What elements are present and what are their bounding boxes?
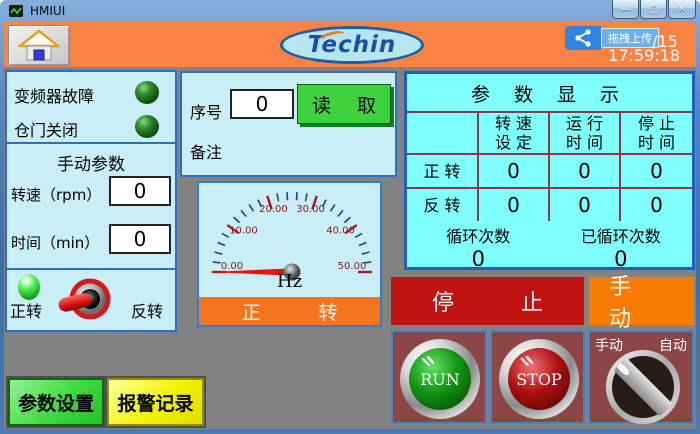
stop-button-panel: STOP (490, 330, 585, 424)
read-button[interactable]: 读 取 (297, 84, 391, 124)
cell-value: 0 (550, 189, 621, 221)
frequency-gauge-panel: 0.0010.0020.0030.0040.0050.00 Hz 正 转 (197, 181, 382, 327)
cycled-count-label: 已循环次数 (550, 223, 693, 247)
close-button[interactable]: ✕ (668, 0, 696, 19)
svg-text:10.00: 10.00 (229, 226, 258, 237)
settings-nav-button[interactable]: 参数设置 (8, 378, 104, 426)
table-title: 参 数 显 示 (407, 80, 692, 107)
app-icon (8, 4, 24, 18)
table-row-forward: 正 转 0 0 0 (407, 153, 692, 187)
speed-label: 转速（rpm） (11, 184, 101, 205)
record-panel: 序号 0 读 取 备注 (180, 71, 397, 177)
cell-value: 0 (621, 189, 692, 221)
row-label: 正 转 (407, 155, 479, 187)
cell-value: 0 (550, 155, 621, 187)
serial-label: 序号 (190, 99, 222, 123)
manual-mode-button[interactable]: 手 动 (589, 277, 694, 325)
forward-led (18, 274, 40, 300)
header-run-time: 运 行 时 间 (550, 113, 621, 153)
window: HMIUI — ▢ ✕ Techin (0, 0, 700, 434)
parameter-table: 转 速 设 定 运 行 时 间 停 止 时 间 正 转 0 0 (407, 111, 692, 221)
run-pushbutton[interactable]: RUN (400, 339, 480, 419)
titlebar: HMIUI — ▢ ✕ (0, 0, 700, 22)
forward-label: 正转 (10, 298, 42, 322)
time-label: 时间（min） (11, 232, 99, 253)
header-blank (407, 113, 479, 153)
direction-status-bar: 正 转 (199, 297, 380, 325)
status-manual-panel: 变频器故障 仓门关闭 手动参数 转速（rpm） 0 时间（min） 0 正转 (5, 70, 177, 332)
brand-logo: Techin (280, 26, 424, 64)
svg-text:20.00: 20.00 (259, 204, 288, 215)
manual-params-title: 手动参数 (7, 150, 175, 175)
cycle-count-value: 0 (407, 247, 550, 271)
svg-text:30.00: 30.00 (296, 204, 325, 215)
divider (7, 268, 175, 270)
svg-text:40.00: 40.00 (326, 226, 355, 237)
window-title: HMIUI (30, 4, 65, 18)
table-row-reverse: 反 转 0 0 0 (407, 187, 692, 221)
maximize-button[interactable]: ▢ (640, 0, 667, 19)
minimize-button[interactable]: — (612, 0, 639, 19)
home-button[interactable] (8, 25, 70, 66)
table-header-row: 转 速 设 定 运 行 时 间 停 止 时 间 (407, 111, 692, 153)
header-speed-setting: 转 速 设 定 (479, 113, 550, 153)
cell-value: 0 (479, 155, 550, 187)
header-bar: Techin 拖拽上传 /15 17:59:18 (4, 22, 696, 67)
note-label: 备注 (190, 139, 222, 163)
stop-action-button[interactable]: 停 止 (391, 277, 584, 325)
share-icon[interactable] (565, 26, 601, 50)
drag-upload-button[interactable]: 拖拽上传 (601, 28, 659, 48)
parameter-display-panel: 参 数 显 示 转 速 设 定 运 行 时 间 停 止 时 间 (404, 71, 695, 270)
row-label: 反 转 (407, 189, 479, 221)
home-icon (18, 29, 60, 63)
cell-value: 0 (479, 189, 550, 221)
run-button-panel: RUN (391, 330, 487, 424)
cycle-counters: 循环次数 0 已循环次数 0 (407, 221, 692, 269)
inverter-fault-led (135, 81, 159, 104)
alarm-record-nav-button[interactable]: 报警记录 (107, 378, 204, 426)
door-closed-led (135, 115, 159, 138)
time-input[interactable]: 0 (109, 224, 171, 254)
clock: 17:59:18 (608, 46, 680, 65)
hmi-screen: Techin 拖拽上传 /15 17:59:18 变频器故障 仓门关闭 手动参数… (4, 22, 696, 429)
cycled-count-value: 0 (550, 247, 693, 271)
door-closed-label: 仓门关闭 (14, 117, 78, 141)
serial-input[interactable]: 0 (230, 89, 294, 119)
inverter-fault-label: 变频器故障 (14, 83, 94, 107)
header-stop-time: 停 止 时 间 (621, 113, 692, 153)
gauge-unit-label: Hz (199, 271, 380, 292)
speed-input[interactable]: 0 (109, 176, 171, 206)
direction-toggle-switch[interactable] (57, 272, 115, 326)
reverse-label: 反转 (131, 298, 163, 322)
stop-pushbutton[interactable]: STOP (499, 339, 579, 419)
divider (7, 142, 175, 144)
mode-rotary-switch[interactable] (597, 349, 689, 425)
mode-selector-panel: 手动 自动 (588, 330, 694, 424)
cell-value: 0 (621, 155, 692, 187)
cycle-count-label: 循环次数 (407, 223, 550, 247)
